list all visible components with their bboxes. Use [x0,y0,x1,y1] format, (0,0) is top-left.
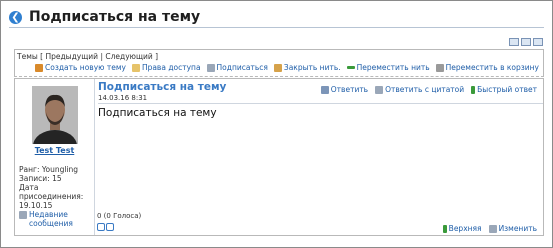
author-panel: Test Test Ранг: Youngling Записи: 15 Дат… [15,79,95,235]
permissions-icon [131,63,140,72]
rating-buttons [97,223,114,231]
tree-view-icon[interactable] [533,38,543,46]
edit-icon [488,224,497,233]
close-thread-button[interactable]: Закрыть нить. [273,63,341,72]
quick-reply-icon [471,85,476,94]
new-topic-button[interactable]: Создать новую тему [35,63,126,72]
author-stats: Ранг: Youngling Записи: 15 Дата присоеди… [19,165,84,228]
header-divider [9,27,544,28]
portlet-frame: ❮ Подписаться на тему Темы [ Предыдущий … [0,0,553,248]
subscribe-button[interactable]: Подписаться [206,63,268,72]
post-title[interactable]: Подписаться на тему [98,81,226,93]
lock-icon [273,63,282,72]
thumbs-down-icon[interactable] [106,223,114,231]
post-header: Подписаться на тему 14.03.16 8:31 Ответи… [98,81,543,104]
access-rights-button[interactable]: Права доступа [131,63,201,72]
avatar[interactable] [32,86,78,144]
quote-icon [375,85,384,94]
vote-count: 0 (0 Голоса) [97,212,142,220]
author-name-link[interactable]: Test Test [15,146,94,155]
post-footer-actions: Верхняя Изменить [442,224,537,233]
post-date: 14.03.16 8:31 [98,94,148,102]
reply-icon [320,85,329,94]
edit-button[interactable]: Изменить [488,224,537,233]
thread-navigation: Темы [ Предыдущий | Следующий ] [17,52,159,61]
author-post-count: 15 [52,174,62,183]
recent-posts-icon [19,211,27,219]
move-thread-button[interactable]: Переместить нить [346,63,430,72]
recent-posts-link[interactable]: Недавние сообщения [19,210,83,228]
post-content: Подписаться на тему [98,107,217,119]
reply-with-quote-button[interactable]: Ответить с цитатой [375,85,464,94]
author-rank: Youngling [41,165,79,174]
combination-view-icon[interactable] [521,38,531,46]
topics-link[interactable]: Темы [17,52,38,61]
flat-view-icon[interactable] [509,38,519,46]
page-title: Подписаться на тему [29,9,201,25]
back-arrow-icon[interactable]: ❮ [9,10,22,24]
post-body: Подписаться на тему 14.03.16 8:31 Ответи… [95,79,543,235]
next-link[interactable]: Следующий [105,52,152,61]
trash-icon [435,63,444,72]
thread-toolbar: Темы [ Предыдущий | Следующий ] Создать … [14,49,544,77]
forum-post: Test Test Ранг: Youngling Записи: 15 Дат… [14,78,544,236]
reply-button[interactable]: Ответить [320,85,368,94]
thread-actions: Создать новую тему Права доступа Подписа… [35,63,539,72]
thumbs-up-icon[interactable] [97,223,105,231]
page-header: ❮ Подписаться на тему [9,7,200,27]
move-arrow-icon [346,66,355,69]
post-actions: Ответить Ответить с цитатой Быстрый отве… [320,85,537,94]
new-topic-icon [35,63,44,72]
move-to-trash-button[interactable]: Переместить в корзину [435,63,539,72]
subscribe-icon [206,63,215,72]
previous-link[interactable]: Предыдущий [45,52,98,61]
top-button[interactable]: Верхняя [442,224,482,233]
author-join-date: 19.10.15 [19,201,53,210]
quick-reply-button[interactable]: Быстрый ответ [471,85,537,94]
top-arrow-icon [442,224,447,233]
view-mode-icons [509,38,543,46]
